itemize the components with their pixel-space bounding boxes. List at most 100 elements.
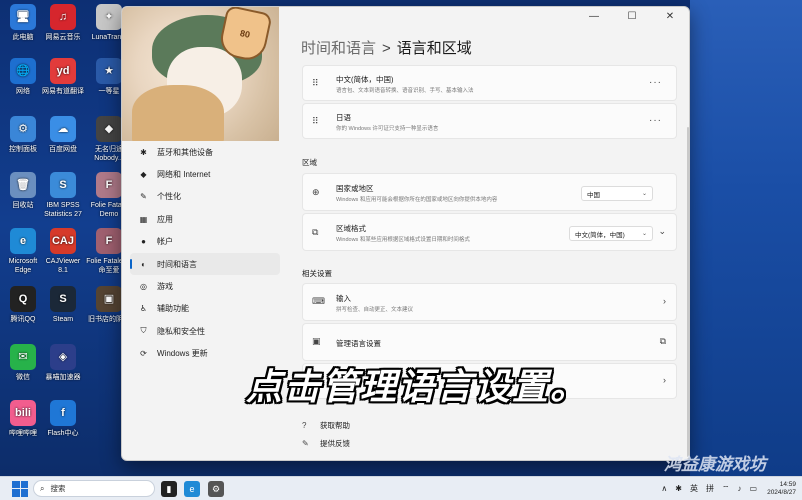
update-icon: ⟳ xyxy=(140,349,147,359)
close-button[interactable]: ✕ xyxy=(651,7,689,25)
language-item-chinese[interactable]: ⠿ 中文(简体，中国) 语言包、文本到语音转换、语音识别、手写、基本输入法 ··… xyxy=(302,65,677,101)
admin-language-title: 管理语言设置 xyxy=(336,339,381,348)
feedback-link[interactable]: ✎ 提供反馈 xyxy=(302,438,350,449)
sidebar-item[interactable]: ✎ 个性化 xyxy=(130,186,280,208)
format-title: 区域格式 xyxy=(336,224,366,233)
settings-app[interactable]: ⚙ xyxy=(208,481,224,497)
sidebar-item-label: 个性化 xyxy=(157,192,181,202)
sidebar-item[interactable]: ◐ 时间和语言 xyxy=(130,252,280,276)
sidebar-item[interactable]: ⛉ 隐私和安全性 xyxy=(130,320,280,342)
app-icon: ☁ xyxy=(50,116,76,142)
volume-icon[interactable]: ♪ xyxy=(738,484,742,493)
ime-mode-indicator[interactable]: 拼 xyxy=(706,483,714,494)
desktop-icon[interactable]: S Steam xyxy=(40,286,86,324)
bluetooth-icon[interactable]: ✱ xyxy=(675,484,682,493)
clock[interactable]: 14:59 2024/8/27 xyxy=(767,481,796,497)
breadcrumb: 时间和语言 > 语言和区域 xyxy=(301,37,472,58)
keyboard-icon: ⌨ xyxy=(312,296,325,306)
format-icon: ⧉ xyxy=(312,227,319,237)
app-icon: f xyxy=(50,400,76,426)
desktop-icon-label: CAJViewer 8.1 xyxy=(45,258,81,274)
sidebar-item[interactable]: ● 帐户 xyxy=(130,231,280,253)
app-icon: 🌐 xyxy=(10,58,36,84)
country-title: 国家或地区 xyxy=(336,184,374,193)
more-options-icon[interactable]: ··· xyxy=(649,77,662,88)
get-help-link[interactable]: ? 获取帮助 xyxy=(302,420,350,431)
admin-language-settings-row[interactable]: ▣ 管理语言设置 ⧉ xyxy=(302,323,677,361)
start-button[interactable] xyxy=(12,480,28,497)
language-title: 日语 xyxy=(336,113,351,122)
app-icon: ◆ xyxy=(96,116,122,142)
app-icon: ★ xyxy=(96,58,122,84)
desktop-icon[interactable]: CAJ CAJViewer 8.1 xyxy=(40,228,86,275)
more-options-icon[interactable]: ··· xyxy=(649,115,662,126)
desktop-app[interactable]: ▮ xyxy=(161,481,177,497)
scrollbar[interactable] xyxy=(687,127,689,457)
language-desc: 语言包、文本到语音转换、语音识别、手写、基本输入法 xyxy=(336,88,474,94)
open-external-icon: ⧉ xyxy=(659,336,666,346)
input-settings-row[interactable]: ⌨ 输入 拼写检查、自动更正、文本建议 › xyxy=(302,283,677,321)
app-icon: F xyxy=(96,228,122,254)
sidebar-item[interactable]: ◎ 游戏 xyxy=(130,275,280,297)
app-icon: ♫ xyxy=(50,4,76,30)
desktop-icon-label: Flash中心 xyxy=(47,430,79,437)
clock-date: 2024/8/27 xyxy=(767,488,796,496)
sidebar-item[interactable]: ◆ 网络和 Internet xyxy=(130,163,280,185)
sidebar-item[interactable]: ✱ 蓝牙和其他设备 xyxy=(130,141,280,163)
sidebar-item-label: 时间和语言 xyxy=(157,259,197,269)
minimize-button[interactable]: — xyxy=(575,7,613,25)
app-icon: S xyxy=(50,286,76,312)
format-dropdown[interactable]: 中文(简体，中国) ⌄ xyxy=(569,226,653,241)
app-icon: F xyxy=(96,172,122,198)
sidebar-item-label: 应用 xyxy=(157,214,173,224)
language-item-japanese[interactable]: ⠿ 日语 你的 Windows 许可证只支持一种显示语言 ··· xyxy=(302,103,677,139)
sidebar-item[interactable]: ▦ 应用 xyxy=(130,208,280,230)
admin-language-icon: ▣ xyxy=(312,336,321,346)
chevron-down-icon: ⌄ xyxy=(641,231,647,237)
window-controls: — ☐ ✕ xyxy=(575,7,689,25)
taskbar-search[interactable]: ⌕ 搜索 xyxy=(33,480,155,497)
desktop-icon[interactable]: f Flash中心 xyxy=(40,400,86,438)
tray-overflow-icon[interactable]: ∧ xyxy=(661,484,667,493)
chevron-right-icon: › xyxy=(663,296,666,306)
country-value: 中国 xyxy=(587,191,600,199)
shield-icon: ⛉ xyxy=(140,326,147,336)
sidebar-item-label: 蓝牙和其他设备 xyxy=(157,147,213,157)
regional-format-row[interactable]: ⧉ 区域格式 Windows 和某些应用根据区域格式设置日期和时间格式 中文(简… xyxy=(302,213,677,251)
breadcrumb-parent[interactable]: 时间和语言 xyxy=(301,40,376,57)
feedback-label: 提供反馈 xyxy=(320,439,350,448)
apps-icon: ▦ xyxy=(139,214,148,224)
edge-app[interactable]: e xyxy=(184,481,200,497)
sidebar-item[interactable]: ♿ 辅助功能 xyxy=(130,298,280,320)
desktop-icon-label: 网易有道翻译 xyxy=(42,88,84,95)
desktop-icon-label: 暴喵加速器 xyxy=(45,374,81,381)
chevron-down-icon: ⌄ xyxy=(641,191,647,197)
maximize-button[interactable]: ☐ xyxy=(613,7,651,25)
drag-handle-icon[interactable]: ⠿ xyxy=(312,78,319,89)
search-placeholder: 搜索 xyxy=(50,484,66,493)
format-desc: Windows 和某些应用根据区域格式设置日期和时间格式 xyxy=(336,237,470,243)
sidebar-item-label: 帐户 xyxy=(157,237,173,247)
desktop-icon[interactable]: ♫ 网易云音乐 xyxy=(40,4,86,42)
country-desc: Windows 和应用可能会根据你所在的国家或地区向你提供本地内容 xyxy=(336,197,498,203)
drag-handle-icon[interactable]: ⠿ xyxy=(312,116,319,127)
ime-language-indicator[interactable]: 英 xyxy=(690,483,698,494)
feedback-icon: ✎ xyxy=(302,439,309,448)
app-icon: yd xyxy=(50,58,76,84)
app-icon: ⚙ xyxy=(10,116,36,142)
desktop-icon[interactable]: S IBM SPSS Statistics 27 xyxy=(40,172,86,219)
section-heading-related: 相关设置 xyxy=(302,269,332,278)
battery-icon[interactable]: ▭ xyxy=(750,484,758,493)
desktop-icon[interactable]: yd 网易有道翻译 xyxy=(40,58,86,96)
sidebar-item-label: 辅助功能 xyxy=(157,304,189,314)
input-desc: 拼写检查、自动更正、文本建议 xyxy=(336,307,414,313)
app-icon: CAJ xyxy=(50,228,76,254)
desktop-icon[interactable]: ◈ 暴喵加速器 xyxy=(40,344,86,382)
country-dropdown[interactable]: 中国 ⌄ xyxy=(581,186,653,201)
desktop-icon[interactable]: ☁ 百度网盘 xyxy=(40,116,86,154)
sidebar-item-label: 游戏 xyxy=(157,282,173,292)
clock-time: 14:59 xyxy=(779,480,796,488)
expand-chevron-icon[interactable]: ⌄ xyxy=(658,226,666,237)
network-icon[interactable]: ⌔ xyxy=(722,484,730,494)
app-icon: ✦ xyxy=(96,4,122,30)
